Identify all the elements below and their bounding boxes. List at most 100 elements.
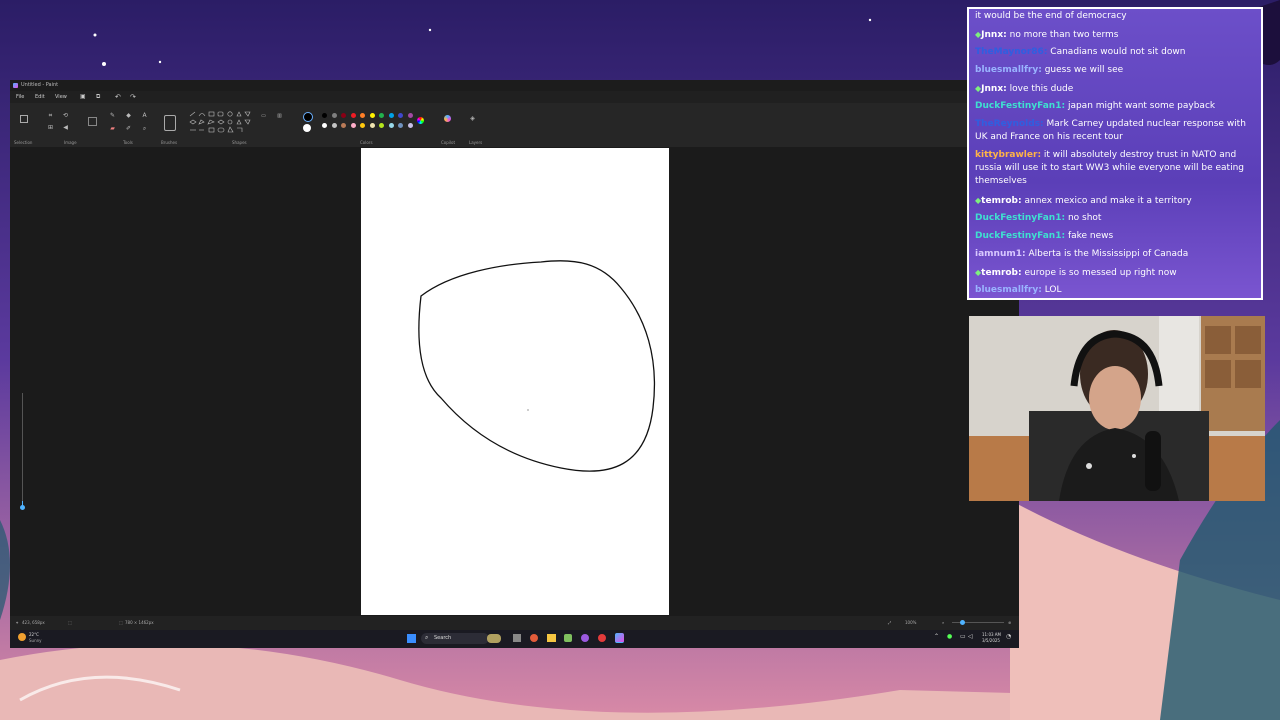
palette-swatch[interactable]: [369, 113, 375, 118]
zoom-slider-thumb[interactable]: [960, 620, 965, 625]
pencil-icon[interactable]: ✎: [109, 112, 116, 119]
file-explorer-icon[interactable]: [547, 634, 556, 642]
recorder-icon[interactable]: [598, 634, 606, 642]
chat-username[interactable]: temrob:: [981, 196, 1021, 206]
search-placeholder: Search: [434, 635, 452, 641]
search-highlight-icon: [487, 634, 501, 643]
palette-swatch[interactable]: [379, 113, 384, 118]
chat-text: LOL: [1044, 285, 1062, 295]
network-icon[interactable]: ▭: [960, 633, 966, 640]
chat-username[interactable]: TheReynolds:: [975, 119, 1044, 129]
chat-username[interactable]: bluesmallfry:: [975, 285, 1042, 295]
chat-username[interactable]: Jnnx:: [981, 84, 1007, 94]
share-icon[interactable]: ⧉: [96, 91, 100, 103]
palette-swatch[interactable]: [360, 113, 365, 118]
palette-swatch[interactable]: [341, 123, 346, 128]
group-label-colors: Colors: [360, 140, 373, 145]
chat-message: DuckFestinyFan1: fake news: [975, 230, 1257, 243]
volume-icon[interactable]: ◁: [968, 633, 973, 640]
tray-chevron-icon[interactable]: ⌃: [934, 633, 939, 640]
zoom-slider[interactable]: [952, 620, 1004, 625]
copilot-icon[interactable]: [444, 115, 451, 122]
text-icon[interactable]: A: [141, 112, 148, 119]
edit-colors-icon[interactable]: [417, 117, 424, 124]
redo-icon[interactable]: ↷: [130, 91, 136, 103]
chat-username[interactable]: kittybrawler:: [975, 150, 1041, 160]
clock-date[interactable]: 3/5/2025: [982, 638, 1000, 643]
eraser-icon[interactable]: ▰: [109, 125, 116, 132]
group-label-copilot: Copilot: [441, 140, 456, 145]
layers-icon[interactable]: ◈: [469, 115, 476, 122]
brushes-icon[interactable]: [164, 115, 176, 131]
paint-taskbar-icon[interactable]: [615, 633, 624, 643]
palette-swatch[interactable]: [398, 123, 403, 128]
chat-username[interactable]: bluesmallfry:: [975, 65, 1042, 75]
palette-swatch[interactable]: [407, 123, 413, 128]
menu-view[interactable]: View: [55, 91, 67, 103]
selection-tool-icon[interactable]: [20, 115, 28, 123]
slider-thumb[interactable]: [20, 505, 25, 510]
chat-username[interactable]: Jnnx:: [981, 30, 1007, 40]
chat-message: ◆Jnnx: no more than two terms: [975, 28, 1257, 42]
fill-style-icon[interactable]: ▥: [276, 113, 283, 120]
notification-icon[interactable]: ◔: [1006, 633, 1011, 640]
palette-swatch[interactable]: [350, 123, 356, 128]
drawing-canvas[interactable]: [361, 148, 669, 615]
save-icon[interactable]: ▣: [80, 91, 86, 103]
clock-time[interactable]: 11:03 AM: [982, 632, 1001, 637]
magnifier-icon[interactable]: ⌕: [141, 125, 148, 132]
fill-icon[interactable]: ◆: [125, 112, 132, 119]
weather-icon[interactable]: [18, 633, 26, 641]
resize-icon[interactable]: ⊞: [47, 124, 54, 131]
chat-username[interactable]: DuckFestinyFan1:: [975, 213, 1065, 223]
app-icon[interactable]: [564, 634, 572, 642]
palette-swatch[interactable]: [360, 123, 365, 128]
menu-file[interactable]: File: [16, 91, 24, 103]
search-icon: ⌕: [425, 634, 429, 641]
shapes-gallery[interactable]: [188, 111, 258, 137]
secondary-color[interactable]: [303, 124, 311, 132]
browser-icon[interactable]: [530, 634, 538, 642]
zoom-in-icon[interactable]: ⊕: [1008, 616, 1011, 630]
chat-text: guess we will see: [1044, 65, 1124, 75]
palette-swatch[interactable]: [331, 123, 337, 128]
chat-message: bluesmallfry: guess we will see: [975, 64, 1257, 77]
stream-chat-panel: it would be the end of democracy ◆Jnnx: n…: [967, 7, 1263, 300]
rotate-icon[interactable]: ⟲: [62, 112, 69, 119]
palette-swatch[interactable]: [341, 113, 346, 118]
undo-icon[interactable]: ↶: [115, 91, 121, 103]
zoom-level[interactable]: 100%: [905, 616, 916, 630]
palette-swatch[interactable]: [322, 123, 327, 128]
crop-icon[interactable]: ⌗: [47, 112, 54, 119]
chat-username[interactable]: TheMaynor86:: [975, 47, 1047, 57]
chat-username[interactable]: DuckFestinyFan1:: [975, 231, 1065, 241]
palette-swatch[interactable]: [369, 123, 375, 128]
palette-swatch[interactable]: [379, 123, 384, 128]
flip-icon[interactable]: ◀: [62, 124, 69, 131]
fit-window-icon[interactable]: ⤢: [888, 616, 891, 630]
palette-swatch[interactable]: [388, 123, 394, 128]
palette-swatch[interactable]: [398, 113, 403, 118]
brush-size-slider[interactable]: [20, 383, 26, 513]
chat-username[interactable]: temrob:: [981, 268, 1021, 278]
task-view-icon[interactable]: [513, 634, 521, 642]
primary-color[interactable]: [303, 112, 313, 122]
taskbar-search-box[interactable]: ⌕ Search: [421, 633, 501, 644]
zoom-out-icon[interactable]: ⌕: [942, 616, 944, 630]
mic-icon[interactable]: ●: [947, 633, 952, 640]
menu-edit[interactable]: Edit: [35, 91, 45, 103]
palette-swatch[interactable]: [350, 113, 356, 118]
chat-username[interactable]: DuckFestinyFan1:: [975, 101, 1065, 111]
palette-swatch[interactable]: [388, 113, 394, 118]
windows-taskbar: 22°C Sunny ⌕ Search ⌃ ● ▭ ◁ 11:03 AM 3/5…: [10, 630, 1019, 648]
palette-swatch[interactable]: [322, 113, 327, 118]
chat-username[interactable]: iamnum1:: [975, 249, 1026, 259]
weather-temp: 22°C: [29, 632, 39, 637]
outline-icon[interactable]: ▭: [260, 113, 267, 120]
image-tools-icon[interactable]: [88, 117, 97, 126]
palette-swatch[interactable]: [407, 113, 413, 118]
windows-start-icon[interactable]: [407, 634, 416, 643]
color-picker-icon[interactable]: ✐: [125, 125, 132, 132]
palette-swatch[interactable]: [331, 113, 337, 118]
obs-icon[interactable]: [581, 634, 589, 642]
